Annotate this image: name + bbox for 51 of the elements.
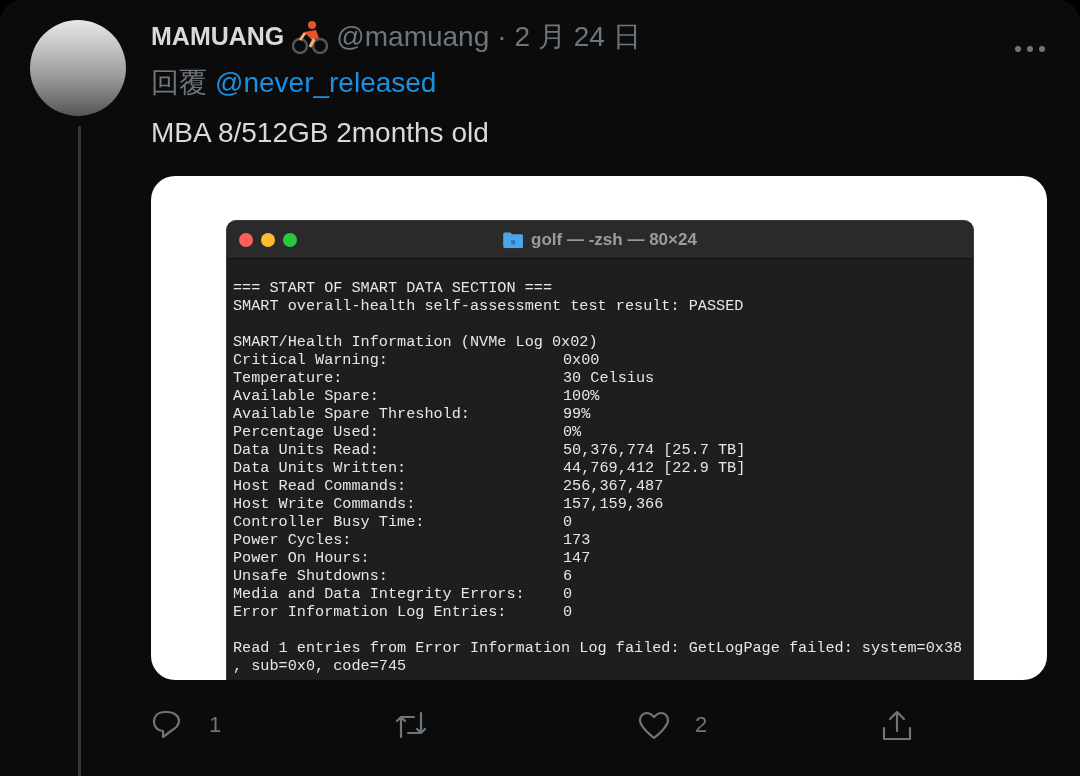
share-icon[interactable] <box>880 708 914 741</box>
field-label: Controller Busy Time: <box>233 513 426 531</box>
terminal-title: golf — -zsh — 80×24 <box>531 228 697 251</box>
terminal-line: Read 1 entries from Error Information Log failed: GetLogPage failed: system=0x38 <box>233 639 963 657</box>
zoom-button[interactable] <box>283 232 297 247</box>
field-value: 173 <box>563 531 591 549</box>
field-value: 147 <box>563 549 591 567</box>
field-value: 0 <box>563 603 573 621</box>
minimize-button[interactable] <box>261 232 275 247</box>
field-label: Host Write Commands: <box>233 495 417 513</box>
terminal-line: === START OF SMART DATA SECTION === <box>233 279 552 297</box>
field-label: Temperature: <box>233 369 344 387</box>
field-value: 157,159,366 <box>563 495 664 513</box>
field-value: 100% <box>563 387 600 405</box>
image-card[interactable] <box>151 176 1047 680</box>
close-button[interactable] <box>239 232 253 247</box>
terminal-line: SMART/Health Information (NVMe Log 0x02) <box>233 333 598 351</box>
field-label: Critical Warning: <box>233 351 389 369</box>
field-label: Data Units Read: <box>233 441 380 459</box>
field-value: 0 <box>563 585 573 603</box>
display-name[interactable]: MAMUANG <box>151 18 285 56</box>
field-label: Percentage Used: <box>233 423 380 441</box>
reply-label: 回覆 <box>151 66 207 100</box>
tweet-text: MBA 8/512GB 2months old <box>151 116 490 150</box>
field-label: Media and Data Integrity Errors: <box>233 585 526 603</box>
like-count: 2 <box>695 711 708 739</box>
field-value: 44,769,412 [22.9 TB] <box>563 459 746 477</box>
field-value: 0x00 <box>563 351 600 369</box>
cyclist-icon <box>292 20 329 54</box>
field-value: 50,376,774 [25.7 TB] <box>563 441 746 459</box>
field-label: Power Cycles: <box>233 531 353 549</box>
field-label: Error Information Log Entries: <box>233 603 508 621</box>
field-value: 256,367,487 <box>563 477 664 495</box>
field-label: Unsafe Shutdowns: <box>233 567 389 585</box>
separator-dot: · <box>497 20 507 54</box>
field-value: 6 <box>563 567 573 585</box>
terminal-line: SMART overall-health self-assessment test result: PASSED <box>233 297 744 315</box>
tweet-date[interactable]: 2 月 24 日 <box>514 16 641 58</box>
mention-link[interactable]: @never_released <box>215 62 437 104</box>
field-label: Available Spare: <box>233 387 380 405</box>
field-value: 99% <box>563 405 591 423</box>
field-label: Data Units Written: <box>233 459 408 477</box>
reply-count: 1 <box>209 711 222 739</box>
field-label: Host Read Commands: <box>233 477 408 495</box>
field-value: 30 Celsius <box>563 369 655 387</box>
field-value: 0 <box>563 513 573 531</box>
field-label: Available Spare Threshold: <box>233 405 471 423</box>
user-handle[interactable]: @mamuang <box>336 16 490 58</box>
field-label: Power On Hours: <box>233 549 371 567</box>
terminal-line: , sub=0x0, code=745 <box>233 657 407 675</box>
field-value: 0% <box>563 423 582 441</box>
